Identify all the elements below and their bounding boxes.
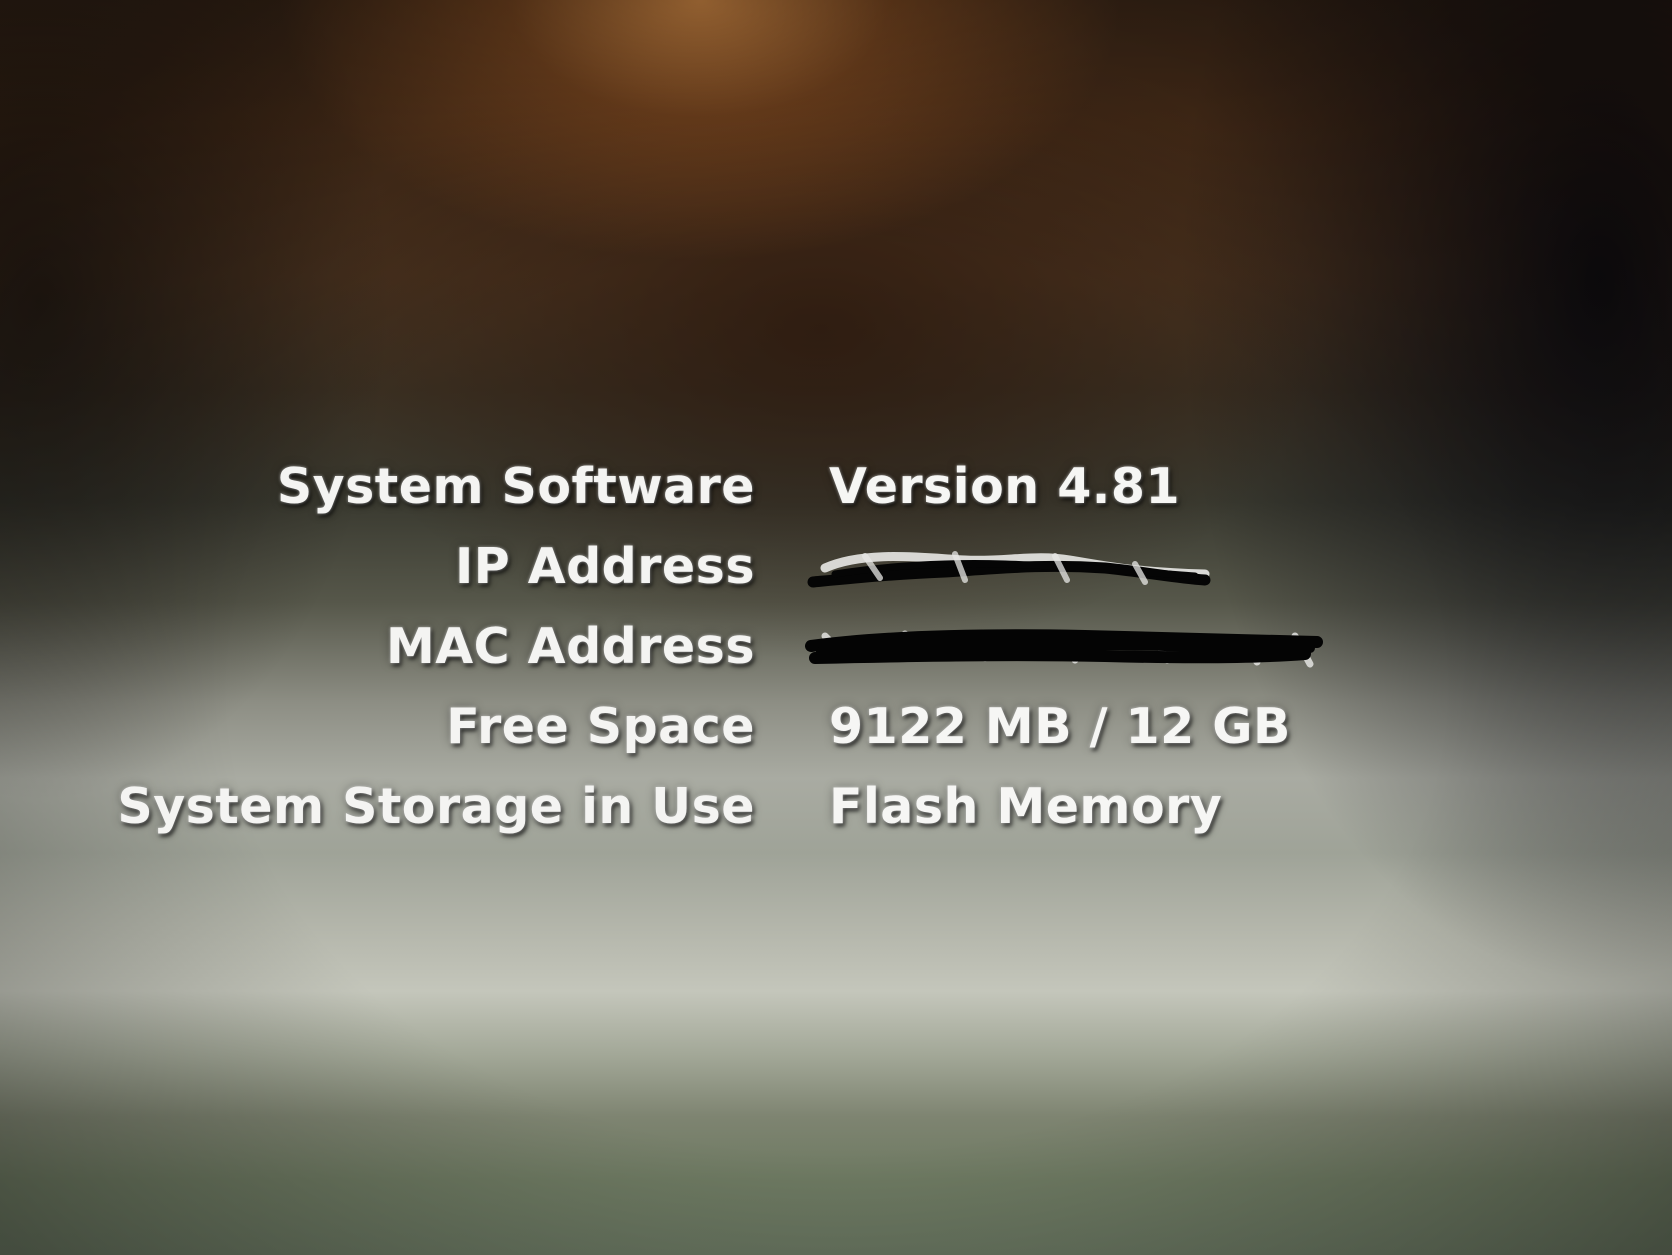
system-storage-value: Flash Memory [829, 778, 1223, 835]
free-space-label: Free Space [446, 698, 755, 755]
ip-address-redaction [805, 538, 1215, 602]
mac-address-label: MAC Address [385, 618, 755, 675]
info-row-ip-address: IP Address [0, 538, 1672, 618]
info-row-system-storage: System Storage in Use Flash Memory [0, 778, 1672, 858]
system-information-panel: System Software Version 4.81 IP Address … [0, 458, 1672, 858]
info-row-free-space: Free Space 9122 MB / 12 GB [0, 698, 1672, 778]
system-software-label: System Software [276, 458, 755, 515]
info-row-mac-address: MAC Address [0, 618, 1672, 698]
free-space-value: 9122 MB / 12 GB [829, 698, 1291, 755]
info-row-system-software: System Software Version 4.81 [0, 458, 1672, 538]
system-software-value: Version 4.81 [829, 458, 1181, 515]
mac-address-redaction [805, 618, 1325, 682]
ip-address-label: IP Address [454, 538, 755, 595]
system-storage-label: System Storage in Use [117, 778, 755, 835]
